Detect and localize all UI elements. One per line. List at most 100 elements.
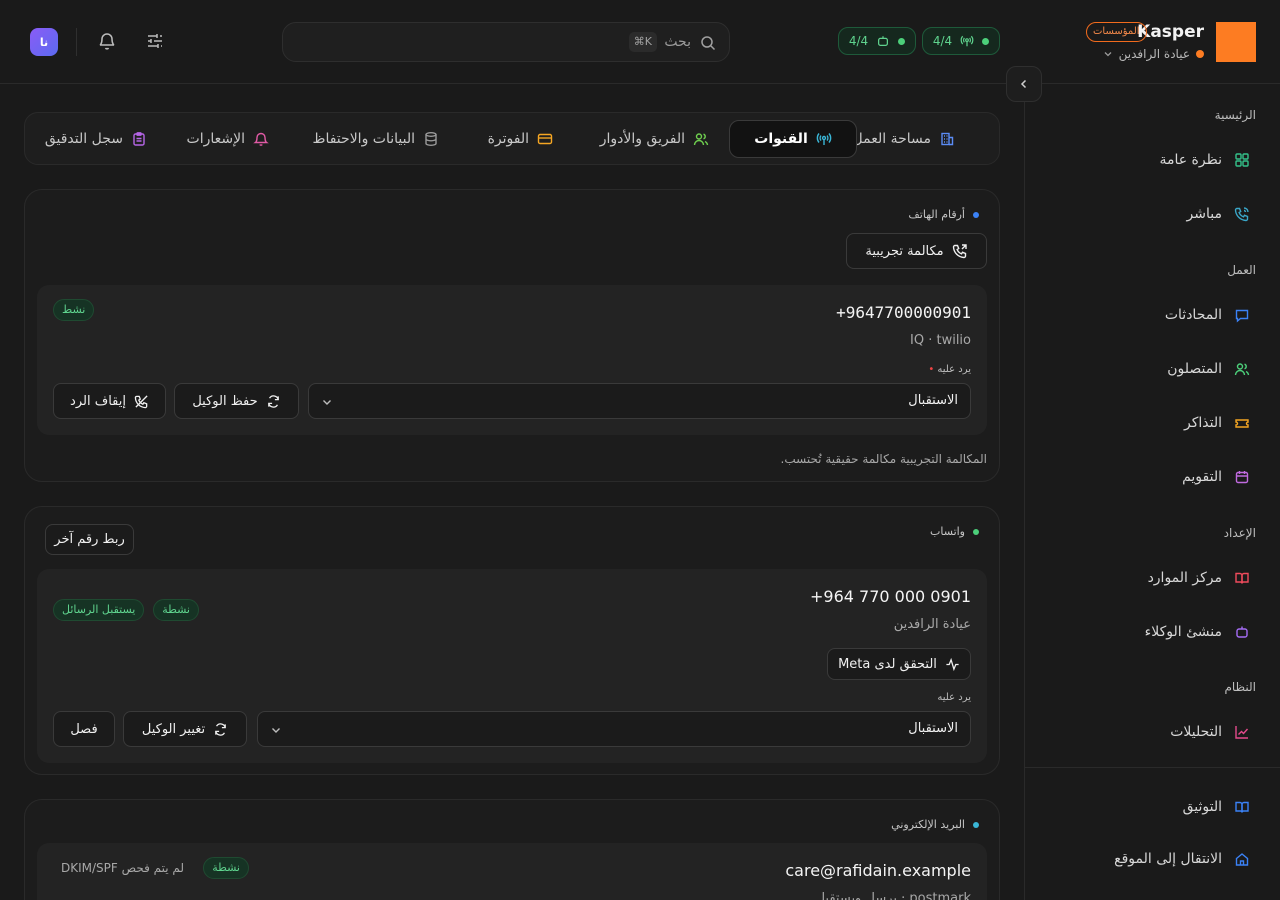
sidebar-item-overview[interactable]: نظرة عامة (1030, 142, 1250, 178)
database-icon (425, 132, 437, 147)
answered-by-label: يرد عليه • (928, 364, 971, 375)
toolbar-divider (76, 28, 77, 56)
channels-status-pill[interactable]: 4/4 (922, 27, 1000, 55)
antenna-icon (816, 133, 832, 145)
sidebar-section-setup: الإعداد (1223, 526, 1256, 540)
sidebar-section-home: الرئيسية (1214, 108, 1256, 122)
sidebar-item-calendar[interactable]: التقويم (1030, 459, 1250, 495)
email-row: care@rafidain.example نشطة لم يتم فحص DK… (37, 843, 987, 900)
sidebar-item-tickets[interactable]: التذاكر (1030, 405, 1250, 441)
calendar-icon (1235, 471, 1249, 484)
agents-status-pill[interactable]: 4/4 (838, 27, 916, 55)
search-placeholder: بحث (664, 34, 691, 50)
chevron-down-icon (1104, 52, 1112, 57)
sidebar-collapse-button[interactable] (1006, 66, 1042, 102)
sidebar-item-conversations[interactable]: المحادثات (1030, 297, 1250, 333)
whatsapp-card: واتساب ربط رقم آخر +964 770 000 0901 عيا… (24, 506, 1000, 775)
save-agent-button[interactable]: حفظ الوكيل (174, 383, 299, 419)
chevron-down-icon (323, 400, 331, 405)
bell-icon[interactable] (97, 31, 117, 51)
sidebar-item-go-to-site[interactable]: الانتقال إلى الموقع (1030, 841, 1250, 877)
sidebar-section-work: العمل (1227, 263, 1256, 277)
sidebar-footer-divider (1024, 767, 1280, 768)
chart-icon (1235, 726, 1249, 739)
sliders-icon[interactable] (145, 31, 165, 51)
receives-messages-badge: يستقبل الرسائل (53, 599, 145, 621)
dkim-status: لم يتم فحص DKIM/SPF (61, 861, 185, 875)
card-title: أرقام الهاتف (908, 208, 979, 221)
link-another-number-button[interactable]: ربط رقم آخر (45, 524, 134, 555)
bell-icon (253, 132, 269, 146)
sidebar-item-analytics[interactable]: التحليلات (1030, 714, 1250, 750)
credit-card-icon (537, 133, 553, 145)
phone-outgoing-icon (952, 244, 967, 259)
org-switcher[interactable]: عيادة الرافدين (1103, 47, 1204, 61)
phone-number: +9647700000901 (836, 303, 971, 322)
status-dot (982, 37, 990, 45)
status-badge: نشطة (153, 599, 199, 621)
phone-off-icon (134, 394, 148, 408)
whatsapp-org: عيادة الرافدين (893, 617, 971, 632)
tab-audit-log[interactable]: سجل التدقيق (45, 120, 147, 158)
brand-name: Kasper (1137, 22, 1204, 42)
card-title: واتساب (930, 525, 979, 538)
settings-tabs: مساحة العمل القنوات الفريق والأدوار الفو… (24, 112, 1000, 165)
ticket-icon (1235, 419, 1249, 428)
verify-meta-button[interactable]: التحقق لدى Meta (827, 648, 971, 680)
building-icon (941, 132, 954, 146)
clipboard-icon (133, 132, 145, 146)
test-call-button[interactable]: مكالمة تجريبية (846, 233, 987, 269)
book-icon (1235, 572, 1249, 584)
status-badge: نشط (53, 299, 95, 321)
answered-by-label: يرد عليه (937, 692, 971, 703)
sidebar-item-docs[interactable]: التوثيق (1030, 789, 1250, 825)
users-icon (1234, 363, 1250, 376)
card-title: البريد الإلكتروني (891, 818, 979, 831)
sidebar-item-callers[interactable]: المتصلون (1030, 351, 1250, 387)
tab-billing[interactable]: الفوترة (488, 120, 553, 158)
stop-answer-button[interactable]: إيقاف الرد (53, 383, 166, 419)
book-icon (1235, 801, 1249, 813)
agent-select[interactable]: الاستقبال (308, 383, 971, 419)
card-dot (973, 821, 979, 828)
whatsapp-number: +964 770 000 0901 (810, 587, 971, 606)
agent-select[interactable]: الاستقبال (257, 711, 971, 747)
sidebar-item-agent-builder[interactable]: منشئ الوكلاء (1030, 614, 1250, 650)
card-dot (973, 211, 979, 218)
sidebar-section-system: النظام (1224, 680, 1256, 694)
org-name: عيادة الرافدين (1118, 47, 1190, 61)
sidebar-item-live[interactable]: مباشر (1030, 196, 1250, 232)
phone-call-icon (1234, 207, 1249, 222)
status-dot (898, 37, 906, 45)
tab-team-roles[interactable]: الفريق والأدوار (600, 120, 709, 158)
org-status-dot (1196, 50, 1204, 58)
grid-icon (1235, 153, 1249, 167)
tab-data-retention[interactable]: البيانات والاحتفاظ (313, 120, 439, 158)
email-card: البريد الإلكتروني care@rafidain.example … (24, 799, 1000, 900)
bot-icon (878, 36, 889, 46)
email-provider: postmark · يرسل ويستقبل (815, 891, 971, 900)
antenna-icon (960, 35, 974, 47)
email-address: care@rafidain.example (785, 861, 971, 880)
card-dot (973, 528, 979, 535)
bot-icon (1236, 626, 1248, 638)
sidebar-item-resource-center[interactable]: مركز الموارد (1030, 560, 1250, 596)
disconnect-button[interactable]: فصل (53, 711, 115, 747)
search-bar[interactable]: بحث ⌘K (282, 22, 730, 62)
search-shortcut: ⌘K (628, 32, 657, 52)
refresh-icon (267, 394, 279, 408)
phone-number-row: +9647700000901 IQ · twilio نشط يرد عليه … (37, 285, 987, 435)
search-icon (701, 36, 716, 51)
home-icon (1235, 853, 1249, 866)
plan-badge: المؤسسات (1086, 22, 1147, 42)
tab-workspace[interactable]: مساحة العمل (853, 120, 955, 158)
user-avatar[interactable]: نا (30, 28, 58, 56)
change-agent-button[interactable]: تغيير الوكيل (123, 711, 247, 747)
chevron-down-icon (272, 728, 280, 733)
users-icon (693, 133, 709, 146)
whatsapp-number-row: +964 770 000 0901 عيادة الرافدين نشطة يس… (37, 569, 987, 763)
tab-notifications[interactable]: الإشعارات (187, 120, 269, 158)
brand-logo[interactable] (1216, 22, 1256, 62)
tab-channels[interactable]: القنوات (729, 120, 857, 158)
top-bar: Kasper المؤسسات عيادة الرافدين 4/4 4/4 ب… (0, 0, 1280, 84)
